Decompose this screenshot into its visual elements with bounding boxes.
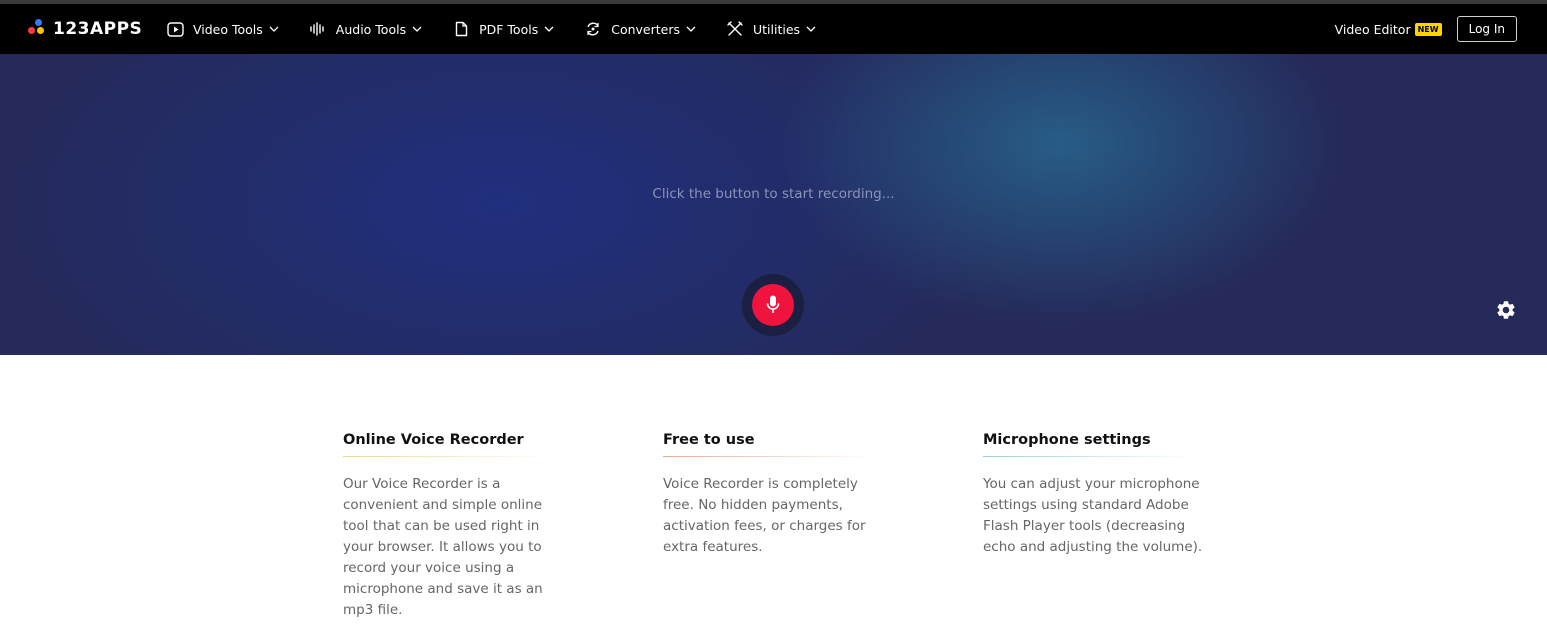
top-navbar: 123APPS Video Tools Audio Tools PDF Tool… [0,4,1547,54]
chevron-down-icon [686,24,696,34]
feature-free-to-use: Free to use Voice Recorder is completely… [663,432,883,558]
chevron-down-icon [806,24,816,34]
logo-dots-icon [28,19,48,39]
new-badge: NEW [1414,22,1442,36]
brand-logo[interactable]: 123APPS [28,17,142,41]
feature-online-voice-recorder: Online Voice Recorder Our Voice Recorder… [343,432,563,621]
menu-converters-label: Converters [611,21,680,37]
feature-underline [343,456,553,457]
document-icon [452,20,470,38]
play-icon [166,20,184,38]
menu-video-tools-label: Video Tools [193,21,263,37]
brand-name: 123APPS [53,19,143,39]
feature-title: Free to use [663,432,755,448]
chevron-down-icon [269,24,279,34]
menu-pdf-tools[interactable]: PDF Tools [452,20,554,38]
feature-underline [983,456,1193,457]
main-menu: Video Tools Audio Tools PDF Tools Conver… [166,4,846,54]
settings-button[interactable] [1495,299,1517,321]
menu-audio-tools-label: Audio Tools [335,21,407,37]
feature-text: Our Voice Recorder is a convenient and s… [343,476,543,618]
feature-title: Microphone settings [983,432,1151,448]
waveform-icon [309,20,327,38]
feature-microphone-settings: Microphone settings You can adjust your … [983,432,1203,558]
feature-text: You can adjust your microphone settings … [983,476,1203,555]
feature-text: Voice Recorder is completely free. No hi… [663,476,866,555]
microphone-icon [766,295,780,313]
record-button[interactable] [752,284,794,326]
chevron-down-icon [412,24,422,34]
menu-utilities[interactable]: Utilities [726,20,816,38]
tools-icon [726,20,744,38]
refresh-icon [584,20,602,38]
chevron-down-icon [544,24,554,34]
menu-pdf-tools-label: PDF Tools [479,21,539,37]
menu-utilities-label: Utilities [753,21,801,37]
login-button[interactable]: Log In [1456,16,1517,42]
gear-icon [1497,301,1515,319]
video-editor-label: Video Editor [1334,21,1411,37]
features-section: Online Voice Recorder Our Voice Recorder… [343,432,1243,630]
menu-audio-tools[interactable]: Audio Tools [309,20,422,38]
feature-title: Online Voice Recorder [343,432,524,448]
video-editor-link[interactable]: Video Editor NEW [1335,22,1442,37]
nav-right-actions: Video Editor NEW Log In [1335,16,1517,42]
feature-underline [663,456,873,457]
menu-converters[interactable]: Converters [584,20,696,38]
record-button-ring [742,274,804,336]
menu-video-tools[interactable]: Video Tools [166,20,279,38]
recording-prompt: Click the button to start recording... [652,186,895,202]
recorder-area: Click the button to start recording... [0,54,1547,355]
